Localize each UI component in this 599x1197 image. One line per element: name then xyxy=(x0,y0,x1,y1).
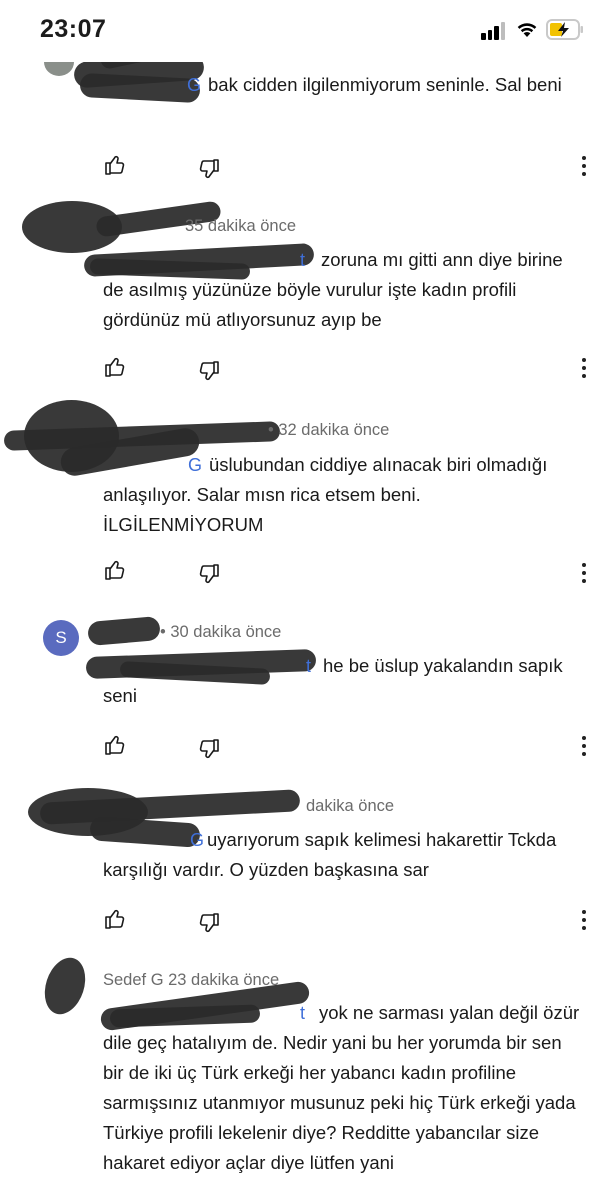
comment-text: zoruna mı gitti ann diye birine de asılm… xyxy=(103,245,583,335)
wifi-icon xyxy=(517,23,537,37)
thumb-up-icon[interactable] xyxy=(103,558,127,582)
thumb-down-icon[interactable] xyxy=(197,911,221,935)
battery-charging-icon xyxy=(546,19,583,40)
comment-text-content: yok ne sarması yalan değil özür dile geç… xyxy=(103,1002,580,1173)
comment-text-content: uyarıyorum sapık kelimesi hakarettir Tck… xyxy=(103,829,557,880)
thumb-down-icon[interactable] xyxy=(197,737,221,761)
comment: dakika önce G uyarıyorum sapık kelimesi … xyxy=(0,780,599,955)
thumb-down-icon[interactable] xyxy=(197,562,221,586)
redaction-mark xyxy=(87,615,161,647)
comment-meta: • 32 dakika önce xyxy=(268,421,390,439)
comment-meta: dakika önce xyxy=(306,797,395,815)
status-bar: 23:07 xyxy=(0,0,599,62)
more-vertical-icon[interactable] xyxy=(580,910,588,932)
avatar[interactable]: S xyxy=(43,620,79,656)
more-vertical-icon[interactable] xyxy=(580,563,588,585)
comment-text-content: üslubundan ciddiye alınacak biri olmadığ… xyxy=(103,454,548,535)
redaction-mark xyxy=(37,952,93,1020)
thumb-up-icon[interactable] xyxy=(103,153,127,177)
comment-text: üslubundan ciddiye alınacak biri olmadığ… xyxy=(103,450,583,540)
comment: S • 30 dakika önce t he be üslup yakalan… xyxy=(0,605,599,780)
thumb-up-icon[interactable] xyxy=(103,907,127,931)
more-vertical-icon[interactable] xyxy=(580,736,588,758)
comment-meta: 35 dakika önce xyxy=(185,217,296,235)
status-time: 23:07 xyxy=(40,15,107,43)
comment-text: he be üslup yakalandın sapık seni xyxy=(103,651,583,711)
comment: • 32 dakika önce G üslubundan ciddiye al… xyxy=(0,400,599,605)
thumb-up-icon[interactable] xyxy=(103,733,127,757)
thumb-down-icon[interactable] xyxy=(197,157,221,181)
comment: 35 dakika önce t zoruna mı gitti ann diy… xyxy=(0,195,599,400)
comment: Sedef G 23 dakika önce t yok ne sarması … xyxy=(0,952,599,1197)
comment-text: bak cidden ilgilenmiyorum seninle. Sal b… xyxy=(103,70,583,100)
comment-text: yok ne sarması yalan değil özür dile geç… xyxy=(103,998,583,1178)
comment-text-content: bak cidden ilgilenmiyorum seninle. Sal b… xyxy=(208,74,562,95)
cellular-signal-icon xyxy=(481,22,507,40)
comment-text: uyarıyorum sapık kelimesi hakarettir Tck… xyxy=(103,825,583,885)
more-vertical-icon[interactable] xyxy=(580,156,588,178)
thumb-down-icon[interactable] xyxy=(197,359,221,383)
thumb-up-icon[interactable] xyxy=(103,355,127,379)
comment-meta: • 30 dakika önce xyxy=(160,623,282,641)
more-vertical-icon[interactable] xyxy=(580,358,588,380)
comment-text-content: he be üslup yakalandın sapık seni xyxy=(103,655,563,706)
comment-text-content: zoruna mı gitti ann diye birine de asılm… xyxy=(103,249,563,330)
